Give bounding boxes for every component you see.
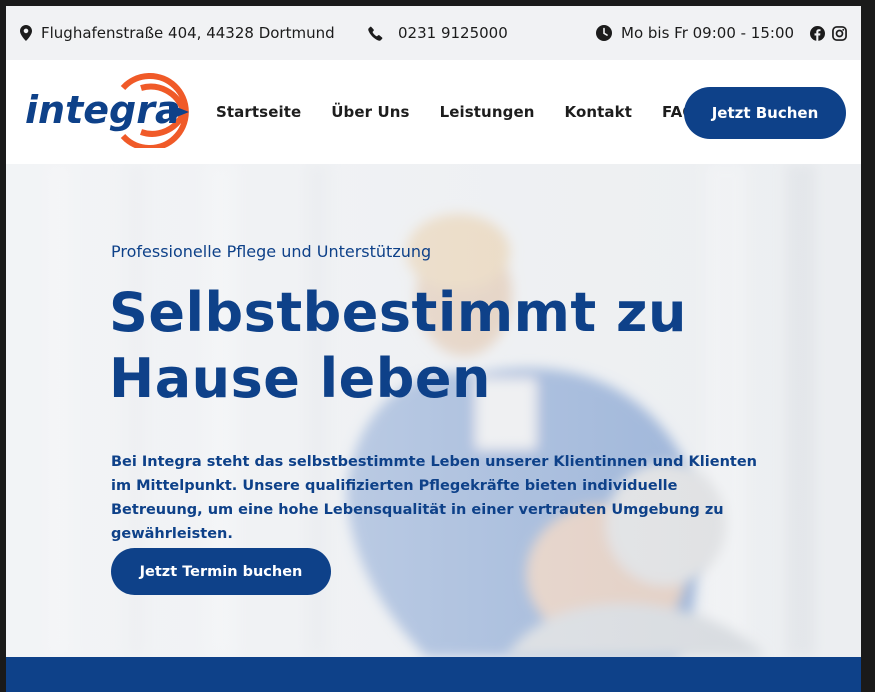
- clock-icon: [596, 25, 612, 41]
- address-info: Flughafenstraße 404, 44328 Dortmund: [20, 6, 335, 60]
- hero-section: Professionelle Pflege und Unterstützung …: [6, 164, 861, 657]
- top-info-bar: Flughafenstraße 404, 44328 Dortmund 0231…: [6, 6, 861, 60]
- headline-line-2: Hause leben: [109, 347, 491, 410]
- book-appointment-button[interactable]: Jetzt Termin buchen: [111, 548, 331, 595]
- book-now-button[interactable]: Jetzt Buchen: [684, 87, 846, 139]
- map-pin-icon: [20, 25, 32, 41]
- opening-hours: Mo bis Fr 09:00 - 15:00: [596, 6, 794, 60]
- site-header: integra Startseite Über Uns Leistungen K…: [6, 60, 861, 164]
- instagram-icon[interactable]: [832, 25, 847, 41]
- phone-icon: [368, 26, 383, 41]
- nav-leistungen[interactable]: Leistungen: [440, 103, 535, 121]
- hero-eyebrow: Professionelle Pflege und Unterstützung: [111, 242, 432, 261]
- phone-text[interactable]: 0231 9125000: [398, 24, 508, 42]
- nav-kontakt[interactable]: Kontakt: [565, 103, 632, 121]
- main-nav: Startseite Über Uns Leistungen Kontakt F…: [216, 60, 695, 164]
- address-text: Flughafenstraße 404, 44328 Dortmund: [41, 24, 335, 42]
- nav-startseite[interactable]: Startseite: [216, 103, 301, 121]
- logo-wordmark: integra: [25, 88, 181, 132]
- facebook-icon[interactable]: [810, 25, 825, 41]
- social-links: [810, 6, 847, 60]
- page-frame: Flughafenstraße 404, 44328 Dortmund 0231…: [6, 6, 861, 692]
- headline-line-1: Selbstbestimmt zu: [109, 281, 687, 344]
- nav-ueber-uns[interactable]: Über Uns: [331, 103, 409, 121]
- hero-intro-text: Bei Integra steht das selbstbestimmte Le…: [111, 454, 757, 542]
- integra-logo[interactable]: integra: [23, 72, 198, 151]
- phone-info[interactable]: 0231 9125000: [368, 6, 508, 60]
- hours-text: Mo bis Fr 09:00 - 15:00: [621, 24, 795, 42]
- hero-headline: Selbstbestimmt zu Hause leben: [109, 280, 749, 412]
- next-section-band: [6, 657, 861, 692]
